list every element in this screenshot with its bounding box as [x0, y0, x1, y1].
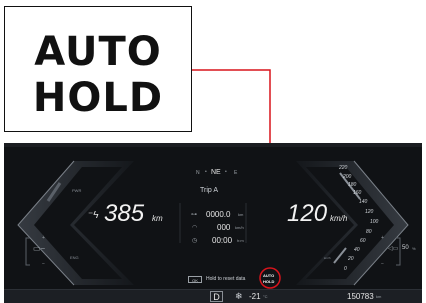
charge-percent: 50: [402, 245, 409, 251]
range-value: 385: [104, 200, 145, 227]
snowflake-icon: ❄: [235, 291, 243, 301]
ok-button-hint: OK: [188, 276, 202, 283]
speed-tick-180: 180: [348, 182, 357, 188]
speed-tick-40: 40: [354, 247, 360, 253]
left-marker-plus: +: [42, 235, 45, 241]
eng-label: ENG: [70, 255, 79, 260]
compass-dot-left: •: [205, 169, 207, 175]
trip-time-unit: h:m: [237, 238, 244, 243]
trip-speed-value: 000: [217, 223, 231, 232]
speed-tick-140: 140: [359, 199, 368, 205]
compass-dot-right: •: [225, 169, 227, 175]
range-unit: km: [152, 214, 163, 223]
trip-title: Trip A: [200, 187, 219, 194]
ev-charge-icon: ⁻ϟ: [88, 210, 99, 221]
odometer-unit: km: [376, 294, 382, 299]
autohold-indicator-line2: HOLD: [263, 279, 275, 284]
trip-distance-value: 0000.0: [206, 210, 231, 219]
charge-percent-unit: %: [412, 246, 416, 251]
trip-speed-icon: ◠: [192, 225, 198, 231]
autohold-ring: [259, 267, 281, 289]
pwr-label: PWR: [72, 188, 82, 193]
gear-indicator: D: [210, 291, 223, 302]
speed-tick-60: 60: [360, 238, 366, 244]
right-marker-minus: −: [381, 261, 384, 267]
trip-distance-unit: km: [238, 212, 244, 217]
instrument-cluster: N • NE • E Trip A ⊶ 0000.0 km ◠ 000 km/h…: [4, 143, 422, 303]
right-marker-plus: +: [381, 235, 384, 241]
battery-status-icon: ▭−: [33, 244, 46, 253]
speed-tick-20: 20: [348, 256, 354, 262]
speed-tick-220: 220: [339, 165, 348, 171]
hold-reset-hint: Hold to reset data: [206, 276, 246, 282]
speed-tick-120: 120: [365, 209, 374, 215]
speed-tick-100: 100: [370, 219, 379, 225]
speed-tick-80: 80: [366, 229, 372, 235]
compass-n: N: [196, 170, 200, 176]
compass-e: E: [234, 170, 238, 176]
speed-tick-0: 0: [344, 266, 347, 272]
speed-unit: km/h: [330, 214, 348, 223]
trip-distance-icon: ⊶: [191, 212, 197, 218]
outside-temp: -21: [249, 292, 261, 301]
speed-value: 120: [287, 200, 328, 227]
left-marker-minus: −: [42, 261, 45, 267]
trip-speed-unit: km/h: [235, 225, 244, 230]
speed-unit-label-small: km/h: [324, 256, 331, 260]
autohold-indicator-line1: AUTO: [263, 273, 275, 278]
odometer-value: 150783: [347, 292, 374, 301]
speed-tick-160: 160: [353, 190, 362, 196]
charge-status-icon: ◁▭: [388, 246, 399, 252]
outside-temp-unit: °C: [263, 294, 268, 299]
speed-tick-200: 200: [343, 174, 352, 180]
compass-heading: NE: [211, 169, 221, 176]
trip-time-value: 00:00: [212, 236, 233, 245]
bottom-status-bar: D ❄ -21 °C 150783 km: [4, 289, 422, 303]
trip-time-icon: ◷: [192, 238, 198, 244]
